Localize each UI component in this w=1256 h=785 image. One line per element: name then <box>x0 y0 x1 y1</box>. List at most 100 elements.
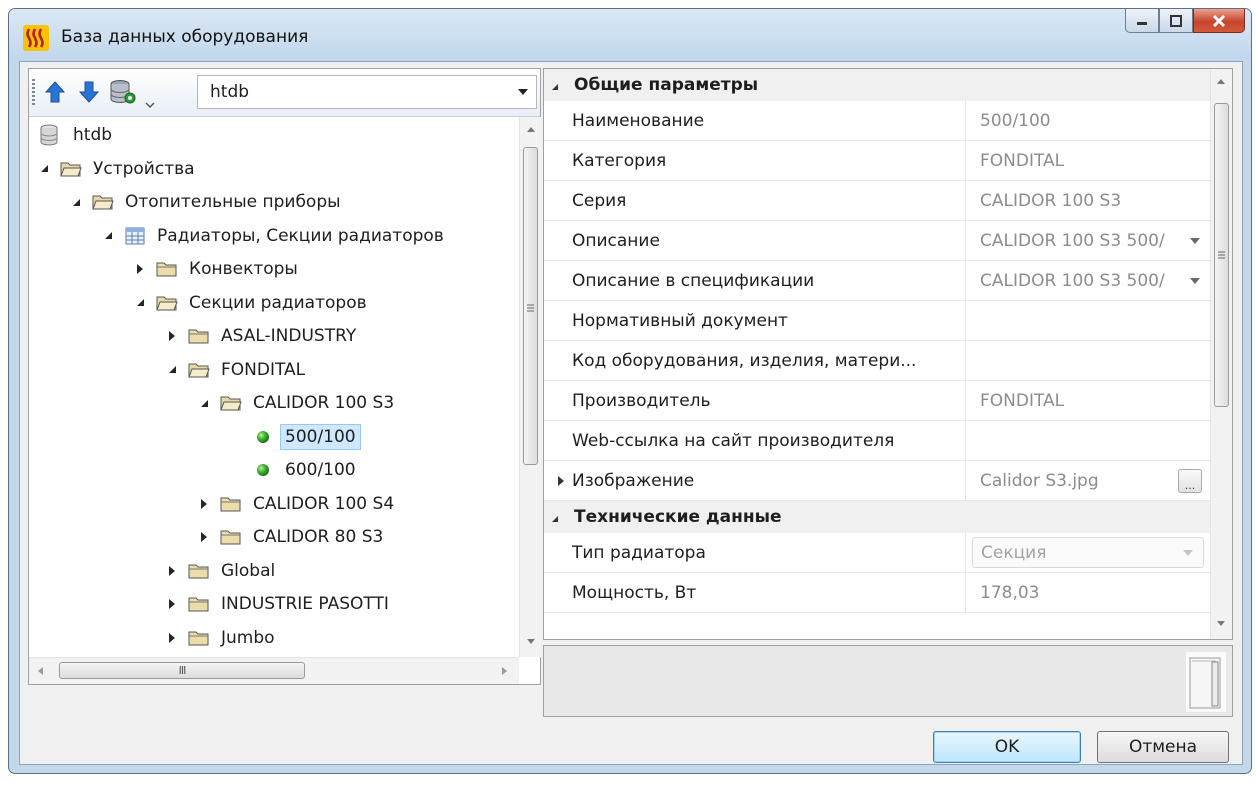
property-value[interactable] <box>966 301 1210 340</box>
cancel-button[interactable]: Отмена <box>1097 731 1229 763</box>
property-row[interactable]: Web-ссылка на сайт производителя <box>544 421 1210 461</box>
green-dot-icon <box>251 426 275 448</box>
tree-item-label: Устройства <box>93 158 195 179</box>
property-value-text: 500/100 <box>980 110 1051 131</box>
property-value[interactable] <box>966 421 1210 460</box>
property-name: Серия <box>544 181 966 220</box>
tree-item[interactable]: Jumbo <box>165 622 275 654</box>
title-bar[interactable]: База данных оборудования <box>9 9 1251 61</box>
database-select[interactable]: htdb <box>197 75 537 109</box>
toolbar-overflow[interactable] <box>143 81 157 111</box>
tree-item[interactable]: Global <box>165 555 275 587</box>
property-value[interactable]: 500/100 <box>966 101 1210 140</box>
database-settings-icon <box>110 80 136 104</box>
tree-item[interactable]: 600/100 <box>229 454 356 486</box>
browse-button[interactable]: ... <box>1178 469 1202 493</box>
scroll-down-arrow-icon[interactable] <box>1217 621 1225 626</box>
expanded-triangle-icon[interactable] <box>69 195 83 209</box>
chevron-down-icon[interactable] <box>1190 238 1200 244</box>
category-general[interactable]: Общие параметры <box>544 69 1210 101</box>
collapsed-triangle-icon[interactable] <box>197 530 211 544</box>
expanded-triangle-icon[interactable] <box>133 296 147 310</box>
tree-item-label: Секции радиаторов <box>189 292 367 313</box>
property-name: Тип радиатора <box>544 533 966 572</box>
tree-item-label: 500/100 <box>280 423 361 450</box>
property-row[interactable]: Производитель FONDITAL <box>544 381 1210 421</box>
category-technical[interactable]: Технические данные <box>544 501 1210 533</box>
expand-triangle-icon[interactable] <box>558 475 564 486</box>
property-combo[interactable]: Секция <box>972 537 1204 568</box>
property-row[interactable]: Серия CALIDOR 100 S3 <box>544 181 1210 221</box>
tree-vertical-scrollbar[interactable] <box>519 117 541 657</box>
scroll-left-arrow-icon[interactable] <box>38 667 43 675</box>
tree-item-label: INDUSTRIE PASOTTI <box>221 594 389 614</box>
tree-item[interactable]: 500/100 <box>229 421 361 453</box>
property-row[interactable]: Наименование 500/100 <box>544 101 1210 141</box>
green-dot-icon <box>251 459 275 481</box>
hscroll-grip: III <box>178 664 187 677</box>
property-value[interactable] <box>966 341 1210 380</box>
tree-vscroll-thumb[interactable] <box>523 147 538 465</box>
scroll-up-arrow-icon[interactable] <box>527 127 535 132</box>
property-value[interactable]: FONDITAL <box>966 141 1210 180</box>
collapsed-triangle-icon[interactable] <box>165 631 179 645</box>
move-up-button[interactable] <box>41 78 69 106</box>
tree-item[interactable]: Радиаторы, Секции радиаторов <box>101 220 444 252</box>
folder-icon <box>187 560 211 582</box>
database-settings-button[interactable] <box>109 78 137 106</box>
tree-item[interactable]: INDUSTRIE PASOTTI <box>165 588 389 620</box>
collapsed-triangle-icon[interactable] <box>165 329 179 343</box>
tree-root[interactable]: htdb <box>37 119 112 151</box>
property-row[interactable]: Код оборудования, изделия, матери... <box>544 341 1210 381</box>
property-row[interactable]: Описание в спецификации CALIDOR 100 S3 50… <box>544 261 1210 301</box>
tree-item[interactable]: Устройства <box>37 153 195 185</box>
minimize-button[interactable] <box>1125 9 1159 33</box>
expanded-triangle-icon[interactable] <box>197 396 211 410</box>
property-row[interactable]: Изображение Calidor S3.jpg... <box>544 461 1210 501</box>
expanded-triangle-icon[interactable] <box>101 229 115 243</box>
tree-hscroll-thumb[interactable]: III <box>59 662 305 679</box>
property-value[interactable]: 178,03 <box>966 573 1210 612</box>
tree-item[interactable]: Секции радиаторов <box>133 287 367 319</box>
expanded-triangle-icon[interactable] <box>37 162 51 176</box>
expanded-triangle-icon[interactable] <box>165 363 179 377</box>
tree-item[interactable]: Конвекторы <box>133 253 298 285</box>
scroll-right-arrow-icon[interactable] <box>502 667 507 675</box>
collapsed-triangle-icon[interactable] <box>165 564 179 578</box>
property-name-label: Наименование <box>572 110 705 131</box>
collapsed-triangle-icon[interactable] <box>197 497 211 511</box>
tree-item[interactable]: FONDITAL <box>165 354 305 386</box>
property-value[interactable]: Секция <box>966 533 1210 572</box>
property-row[interactable]: Тип радиатора Секция <box>544 533 1210 573</box>
property-row[interactable]: Нормативный документ <box>544 301 1210 341</box>
tree-horizontal-scrollbar[interactable]: III <box>29 657 519 684</box>
property-value[interactable]: CALIDOR 100 S3 <box>966 181 1210 220</box>
tree-item[interactable]: Отопительные приборы <box>69 186 341 218</box>
tree-item[interactable]: CALIDOR 100 S4 <box>197 488 394 520</box>
chevron-down-icon <box>1183 550 1193 556</box>
close-button[interactable] <box>1193 9 1245 33</box>
ok-button[interactable]: OK <box>933 731 1081 763</box>
maximize-button[interactable] <box>1159 9 1193 33</box>
property-row[interactable]: Описание CALIDOR 100 S3 500/ <box>544 221 1210 261</box>
property-value[interactable]: FONDITAL <box>966 381 1210 420</box>
toolbar-grip[interactable] <box>32 79 35 105</box>
chevron-down-icon[interactable] <box>1190 278 1200 284</box>
property-value-text: FONDITAL <box>980 150 1065 171</box>
collapsed-triangle-icon[interactable] <box>133 262 147 276</box>
tree-item[interactable]: ASAL-INDUSTRY <box>165 320 356 352</box>
property-row[interactable]: Мощность, Вт 178,03 <box>544 573 1210 613</box>
property-name: Категория <box>544 141 966 180</box>
property-value[interactable]: CALIDOR 100 S3 500/ <box>966 261 1210 300</box>
property-vscroll-thumb[interactable] <box>1214 103 1229 407</box>
property-vertical-scrollbar[interactable] <box>1210 69 1232 639</box>
property-value[interactable]: CALIDOR 100 S3 500/ <box>966 221 1210 260</box>
move-down-button[interactable] <box>75 78 103 106</box>
tree-item[interactable]: CALIDOR 100 S3 <box>197 387 394 419</box>
collapsed-triangle-icon[interactable] <box>165 597 179 611</box>
property-value[interactable]: Calidor S3.jpg... <box>966 461 1210 500</box>
tree-item[interactable]: CALIDOR 80 S3 <box>197 521 383 553</box>
property-row[interactable]: Категория FONDITAL <box>544 141 1210 181</box>
scroll-down-arrow-icon[interactable] <box>527 639 535 644</box>
scroll-up-arrow-icon[interactable] <box>1217 79 1225 84</box>
